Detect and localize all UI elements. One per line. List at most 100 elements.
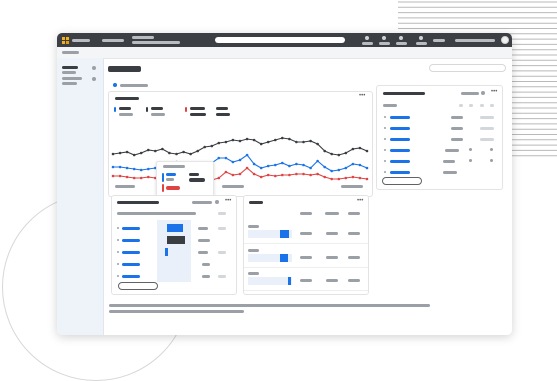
search-input[interactable] bbox=[215, 37, 345, 43]
metric-tab[interactable] bbox=[114, 104, 144, 118]
series-point bbox=[125, 150, 129, 154]
table-row[interactable] bbox=[112, 272, 236, 282]
avatar[interactable] bbox=[501, 36, 509, 44]
more-horiz-icon[interactable]: ••• bbox=[491, 89, 497, 95]
series-point bbox=[238, 139, 242, 143]
more-horiz-icon[interactable]: ••• bbox=[359, 93, 365, 99]
series-point bbox=[316, 159, 319, 163]
property-name[interactable] bbox=[120, 84, 148, 87]
row-index bbox=[117, 275, 119, 277]
series-point bbox=[337, 177, 341, 181]
series-point bbox=[252, 162, 256, 166]
expand-icon[interactable] bbox=[92, 77, 96, 81]
row-label bbox=[122, 239, 140, 242]
series-point bbox=[161, 147, 164, 151]
page-title bbox=[108, 66, 141, 72]
notification-icon[interactable] bbox=[365, 36, 369, 40]
series-point bbox=[147, 175, 150, 179]
row-label bbox=[122, 275, 140, 278]
series-point bbox=[288, 173, 291, 177]
sidebar-item-reports[interactable] bbox=[62, 77, 82, 80]
row-metric bbox=[198, 239, 210, 242]
nav-link[interactable] bbox=[102, 39, 124, 42]
view-report-button[interactable] bbox=[382, 177, 422, 185]
row-track bbox=[248, 277, 292, 285]
metric-tab[interactable] bbox=[211, 104, 241, 118]
series-point bbox=[259, 166, 263, 170]
series-point bbox=[358, 176, 362, 180]
series-point bbox=[231, 173, 235, 177]
more-horiz-icon[interactable]: ••• bbox=[357, 198, 363, 204]
series-point bbox=[351, 147, 355, 151]
grid-icon[interactable] bbox=[62, 37, 69, 44]
series-point bbox=[351, 162, 355, 166]
table-row[interactable] bbox=[377, 114, 502, 122]
table-row[interactable] bbox=[244, 268, 368, 291]
series-point bbox=[281, 161, 284, 165]
row-metric bbox=[218, 227, 226, 230]
row-metric bbox=[348, 232, 360, 235]
help-icon[interactable] bbox=[382, 36, 386, 40]
table-row[interactable] bbox=[377, 169, 502, 177]
breadcrumb[interactable] bbox=[62, 51, 79, 54]
expand-icon[interactable] bbox=[92, 66, 96, 70]
series-point bbox=[281, 173, 284, 177]
app-window: ••• ••• ••• ••• bbox=[57, 33, 512, 335]
nav-link[interactable] bbox=[132, 36, 154, 39]
table-row[interactable] bbox=[377, 125, 502, 133]
series-point bbox=[224, 170, 228, 174]
tooltip-marker bbox=[162, 184, 164, 192]
settings-icon[interactable] bbox=[399, 36, 403, 40]
series-point bbox=[302, 140, 305, 144]
table-row[interactable] bbox=[112, 260, 236, 270]
info-icon[interactable] bbox=[481, 91, 485, 95]
series-point bbox=[351, 175, 355, 179]
metric-tab[interactable] bbox=[146, 104, 176, 118]
metric-label bbox=[151, 107, 163, 110]
card-filter[interactable] bbox=[461, 92, 479, 95]
series-point bbox=[238, 172, 242, 176]
series-point bbox=[288, 164, 291, 168]
view-report-button[interactable] bbox=[118, 282, 158, 290]
series-point bbox=[266, 164, 270, 168]
nav-link[interactable] bbox=[132, 41, 180, 44]
info-icon[interactable] bbox=[215, 200, 219, 204]
table-row[interactable] bbox=[377, 147, 502, 155]
table-row[interactable] bbox=[112, 248, 236, 258]
series-point bbox=[295, 162, 298, 166]
series-point bbox=[168, 151, 171, 155]
series-point bbox=[323, 149, 326, 153]
row-metric bbox=[445, 149, 459, 152]
row-index bbox=[384, 160, 386, 162]
row-index bbox=[384, 127, 386, 129]
property-icon bbox=[113, 83, 117, 87]
row-metric bbox=[348, 279, 360, 282]
card-filter[interactable] bbox=[192, 201, 212, 204]
series-point bbox=[147, 148, 150, 152]
table-row[interactable] bbox=[244, 245, 368, 268]
date-range-select[interactable] bbox=[429, 64, 506, 72]
column-header bbox=[218, 212, 226, 215]
series-point bbox=[139, 168, 143, 172]
table-row[interactable] bbox=[112, 224, 236, 234]
more-horiz-icon[interactable]: ••• bbox=[225, 198, 231, 204]
row-index bbox=[117, 263, 119, 265]
metric-indicator bbox=[114, 107, 116, 112]
tooltip-date bbox=[163, 165, 185, 168]
metric-value bbox=[190, 113, 206, 116]
row-label bbox=[390, 171, 410, 174]
table-row[interactable] bbox=[244, 221, 368, 244]
row-metric bbox=[348, 256, 360, 259]
series-line bbox=[113, 154, 368, 172]
table-row[interactable] bbox=[112, 236, 236, 246]
card-title bbox=[383, 92, 425, 95]
table-row[interactable] bbox=[377, 158, 502, 166]
apps-icon[interactable] bbox=[419, 36, 423, 40]
sidebar-item-dashboard[interactable] bbox=[62, 66, 78, 69]
top-bar bbox=[57, 33, 512, 47]
series-point bbox=[196, 149, 199, 153]
column-header bbox=[480, 104, 484, 107]
trend-card: ••• bbox=[108, 91, 373, 197]
series-point bbox=[365, 149, 369, 153]
table-row[interactable] bbox=[377, 136, 502, 144]
